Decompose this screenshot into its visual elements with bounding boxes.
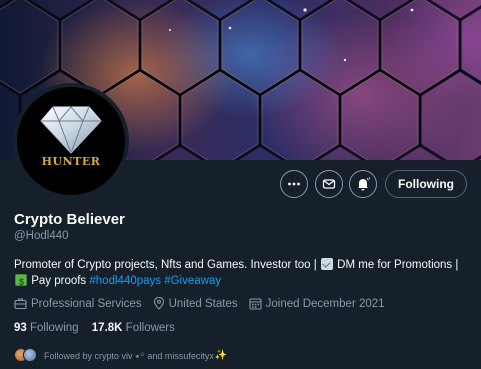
joined-label: Joined December 2021 xyxy=(265,297,385,310)
message-button[interactable] xyxy=(315,170,343,198)
followers-stat[interactable]: 17.8K Followers xyxy=(92,322,175,334)
avatar-text: HUNTER xyxy=(41,155,101,168)
diamond-icon xyxy=(40,106,102,155)
following-stat[interactable]: 93 Following xyxy=(14,322,79,334)
followers-count: 17.8K xyxy=(91,322,123,334)
category-label: Professional Services xyxy=(31,297,142,310)
bell-icon xyxy=(358,177,371,191)
sparkles-icon: ✨ xyxy=(214,349,228,361)
follow-stats: 93 Following 17.8K Followers xyxy=(14,322,185,334)
bio-text-1: Promoter of Crypto projects, Nfts and Ga… xyxy=(14,259,317,271)
following-count: 93 xyxy=(14,322,27,334)
profile-meta: Professional Services United States Join… xyxy=(14,297,396,310)
profile-bio: Promoter of Crypto projects, Nfts and Ga… xyxy=(14,257,469,290)
dollar-banknote-emoji-icon xyxy=(15,274,27,290)
location-pin-icon xyxy=(153,297,164,310)
followed-by[interactable]: Followed by crypto viv ⭑꙳ and missufecit… xyxy=(14,348,227,362)
follower-avatar xyxy=(23,348,37,362)
avatar-image: HUNTER xyxy=(17,87,125,195)
followed-by-text: Followed by crypto viv ⭑꙳ and missufecit… xyxy=(44,350,214,361)
bio-text-2: DM me for Promotions | xyxy=(337,259,459,271)
location-label: United States xyxy=(168,297,238,310)
calendar-icon xyxy=(249,298,262,310)
mail-icon xyxy=(322,179,336,189)
user-handle: @Hodl440 xyxy=(14,230,69,242)
briefcase-icon xyxy=(14,298,27,310)
notifications-button[interactable] xyxy=(349,170,377,198)
meta-location: United States xyxy=(153,297,238,310)
following-stat-label: Following xyxy=(30,322,79,334)
more-icon xyxy=(288,182,300,186)
envelope-emoji-icon xyxy=(320,258,333,270)
hashtag-link-hodl440pays[interactable]: #hodl440pays xyxy=(89,275,161,287)
more-button[interactable] xyxy=(280,170,308,198)
display-name: Crypto Believer xyxy=(14,211,125,228)
profile-avatar[interactable]: HUNTER xyxy=(13,83,129,199)
profile-page: HUNTER Following Crypto Believer @Hodl44… xyxy=(0,0,481,369)
hashtag-link-giveaway[interactable]: #Giveaway xyxy=(164,275,221,287)
followers-stat-label: Followers xyxy=(125,322,175,334)
meta-joined: Joined December 2021 xyxy=(249,297,385,310)
following-button[interactable]: Following xyxy=(385,170,467,198)
bio-text-3: Pay proofs xyxy=(31,275,87,287)
meta-category: Professional Services xyxy=(14,297,142,310)
follower-avatars xyxy=(14,348,38,362)
